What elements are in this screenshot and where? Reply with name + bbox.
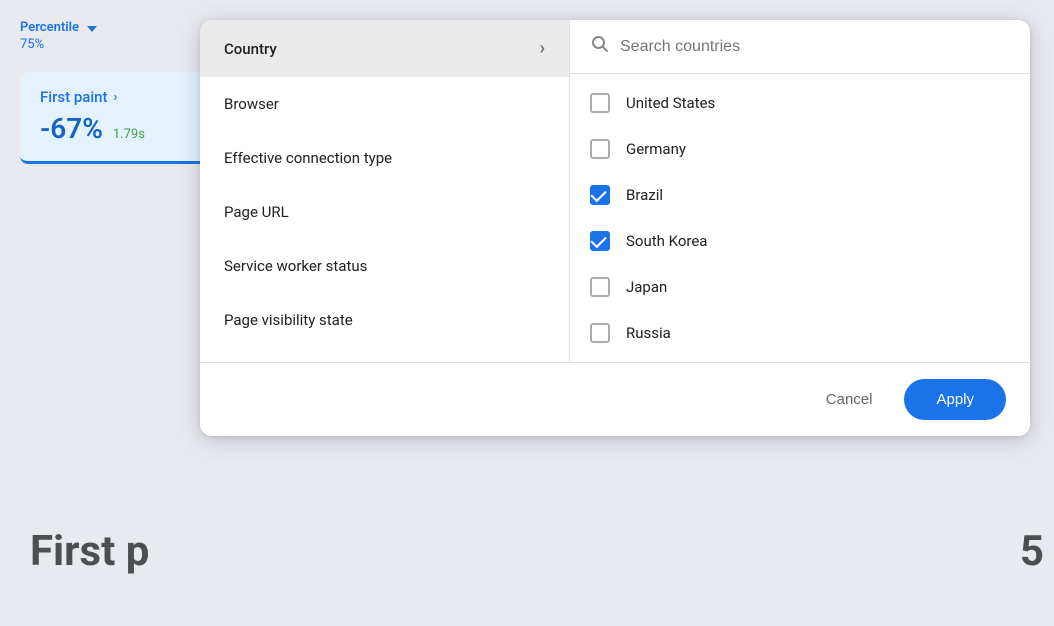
- country-name-2: Brazil: [626, 186, 663, 204]
- menu-item-label-1: Browser: [224, 95, 279, 113]
- search-input[interactable]: [620, 38, 1010, 56]
- menu-item-1[interactable]: Browser: [200, 77, 569, 131]
- country-item-0[interactable]: United States: [570, 80, 1030, 126]
- checkbox-5: [590, 323, 610, 343]
- filter-dropdown: Country › Browser Effective connection type…: [200, 20, 1030, 436]
- menu-item-3[interactable]: Page URL: [200, 185, 569, 239]
- country-name-1: Germany: [626, 140, 686, 158]
- first-paint-stats: -67% 1.79s: [40, 112, 210, 145]
- country-name-4: Japan: [626, 278, 667, 296]
- country-name-0: United States: [626, 94, 715, 112]
- apply-button[interactable]: Apply: [904, 379, 1006, 420]
- number-large: 5: [1020, 527, 1044, 576]
- country-name-3: South Korea: [626, 232, 707, 250]
- menu-item-5[interactable]: Page visibility state: [200, 293, 569, 347]
- checkbox-2: [590, 185, 610, 205]
- chevron-down-icon: [87, 26, 97, 32]
- menu-item-label-0: Country: [224, 40, 277, 58]
- checkbox-4: [590, 277, 610, 297]
- right-panel: United States Germany Brazil South Korea Jap…: [570, 20, 1030, 362]
- menu-item-label-2: Effective connection type: [224, 149, 392, 167]
- country-item-4[interactable]: Japan: [570, 264, 1030, 310]
- left-menu: Country › Browser Effective connection type…: [200, 20, 570, 362]
- chevron-right-icon: ›: [540, 38, 545, 59]
- dropdown-body: Country › Browser Effective connection type…: [200, 20, 1030, 362]
- cancel-button[interactable]: Cancel: [810, 381, 889, 418]
- menu-item-0[interactable]: Country ›: [200, 20, 569, 77]
- first-paint-large-text: First p: [30, 527, 149, 576]
- checkbox-1: [590, 139, 610, 159]
- checkbox-0: [590, 93, 610, 113]
- countries-list: United States Germany Brazil South Korea Jap…: [570, 74, 1030, 362]
- menu-item-label-5: Page visibility state: [224, 311, 353, 329]
- country-item-5[interactable]: Russia: [570, 310, 1030, 356]
- dropdown-footer: Cancel Apply: [200, 362, 1030, 436]
- checkbox-3: [590, 231, 610, 251]
- first-paint-card: First paint › -67% 1.79s: [20, 72, 230, 164]
- country-item-3[interactable]: South Korea: [570, 218, 1030, 264]
- menu-item-label-4: Service worker status: [224, 257, 367, 275]
- search-icon: [590, 34, 610, 59]
- percentile-label: Percentile: [20, 20, 79, 35]
- first-paint-title: First paint ›: [40, 88, 210, 106]
- country-name-5: Russia: [626, 324, 671, 342]
- menu-item-2[interactable]: Effective connection type: [200, 131, 569, 185]
- country-item-2[interactable]: Brazil: [570, 172, 1030, 218]
- country-item-1[interactable]: Germany: [570, 126, 1030, 172]
- search-bar: [570, 20, 1030, 74]
- menu-item-label-3: Page URL: [224, 203, 289, 221]
- menu-item-4[interactable]: Service worker status: [200, 239, 569, 293]
